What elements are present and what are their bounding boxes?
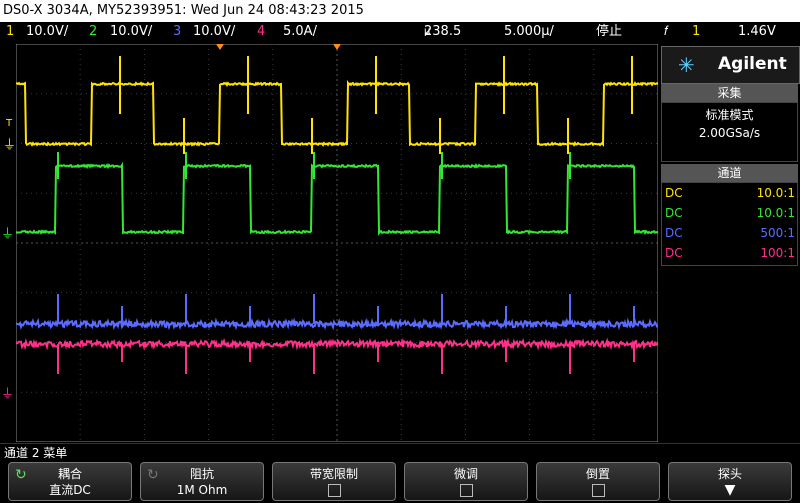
menu-title: 通道 2 菜单 <box>0 443 800 461</box>
ch3-number[interactable]: 3 <box>173 22 181 42</box>
down-arrow-icon: ▼ <box>724 482 736 498</box>
trigger-channel[interactable]: 1 <box>692 22 700 42</box>
invert-softkey[interactable]: 倒置 <box>536 462 660 501</box>
channel-box[interactable]: DC 10.0:1 DC 10.0:1 DC 500:1 DC 100:1 <box>661 182 798 266</box>
coupling-softkey[interactable]: ↻ 耦合 直流DC <box>8 462 132 501</box>
sample-rate: 2.00GSa/s <box>698 126 761 140</box>
ch1-scale[interactable]: 10.0V/ <box>26 22 68 42</box>
rising-edge-icon: 𝑓 <box>664 24 669 39</box>
acquisition-box[interactable]: 标准模式 2.00GSa/s <box>661 102 798 162</box>
ch4-number[interactable]: 4 <box>257 22 265 42</box>
ch2-scale[interactable]: 10.0V/ <box>110 22 152 42</box>
impedance-softkey[interactable]: ↻ 阻抗 1M Ohm <box>140 462 264 501</box>
trigger-level[interactable]: 1.46V <box>738 22 776 42</box>
ch2-number[interactable]: 2 <box>89 22 97 42</box>
waveform-display[interactable] <box>16 44 658 442</box>
invert-checkbox[interactable] <box>591 484 605 497</box>
ch4-scale[interactable]: 5.0A/ <box>283 22 317 42</box>
brand-name: Agilent <box>718 54 787 74</box>
acquisition-header: 采集 <box>661 84 798 102</box>
agilent-spark-icon: ✳ <box>678 53 695 77</box>
trigger-level-marker[interactable]: T <box>6 118 12 129</box>
ch3-scale[interactable]: 10.0V/ <box>193 22 235 42</box>
info-panel: ✳ Agilent 采集 标准模式 2.00GSa/s 通道 DC 10.0:1 … <box>660 44 800 442</box>
bw-limit-checkbox[interactable] <box>327 484 341 497</box>
brand-logo: ✳ Agilent <box>661 46 800 84</box>
title-bar: DS0-X 3034A, MY52393951: Wed Jun 24 08:4… <box>0 0 800 22</box>
ch1-number[interactable]: 1 <box>6 22 14 42</box>
channel-header: 通道 <box>661 164 798 182</box>
rotate-knob-icon: ↻ <box>147 467 159 483</box>
channel-row-3[interactable]: DC 500:1 <box>665 223 795 243</box>
channel-row-4[interactable]: DC 100:1 <box>665 243 795 263</box>
bw-limit-softkey[interactable]: 带宽限制 <box>272 462 396 501</box>
timebase[interactable]: 5.000µ/ <box>504 22 554 42</box>
probe-softkey[interactable]: 探头 ▼ <box>668 462 792 501</box>
run-state: 停止 <box>596 24 623 39</box>
acquisition-mode: 标准模式 <box>705 108 754 122</box>
fine-checkbox[interactable] <box>459 484 473 497</box>
channel-row-1[interactable]: DC 10.0:1 <box>665 183 795 203</box>
rotate-knob-icon: ↻ <box>15 467 27 483</box>
graticule <box>16 44 658 442</box>
fine-softkey[interactable]: 微调 <box>404 462 528 501</box>
channel-status-bar: 1 10.0V/ 2 10.0V/ 3 10.0V/ 4 5.0A/ 238.5… <box>0 22 800 42</box>
window-title: DS0-X 3034A, MY52393951: Wed Jun 24 08:4… <box>3 3 364 18</box>
channel-row-2[interactable]: DC 10.0:1 <box>665 203 795 223</box>
